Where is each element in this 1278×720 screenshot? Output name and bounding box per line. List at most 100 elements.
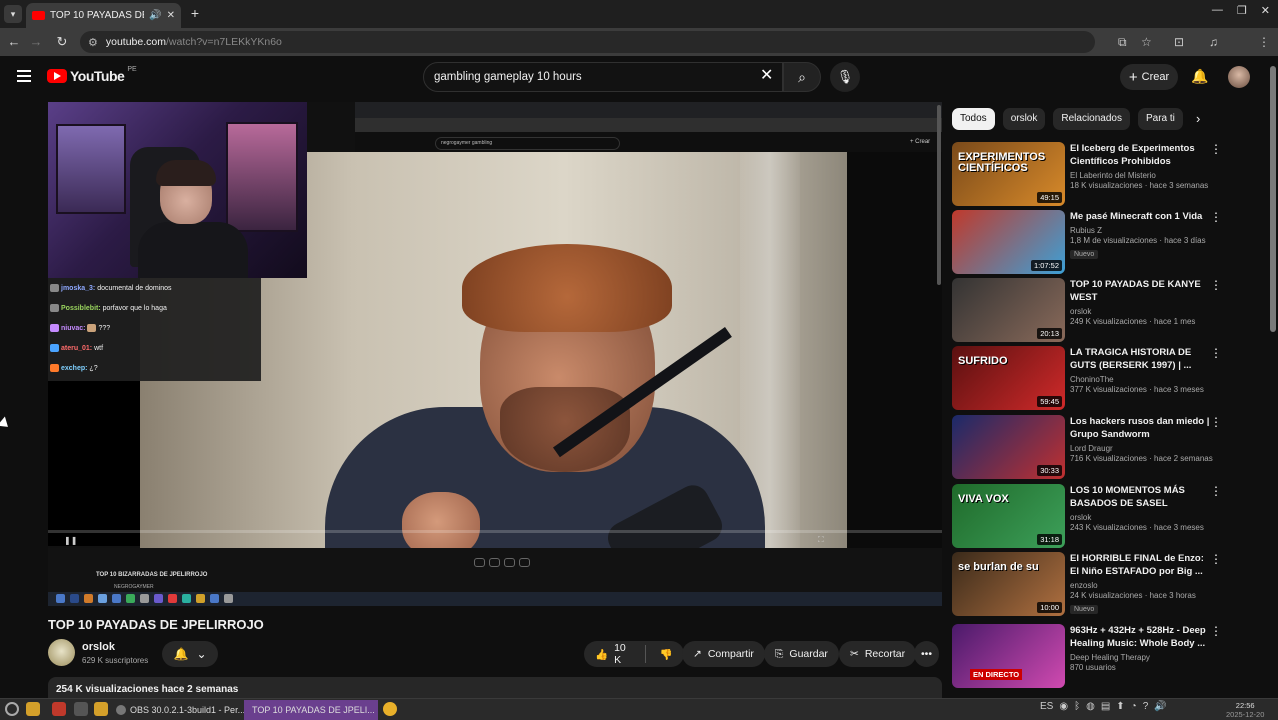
- more-options-icon[interactable]: ⋮: [1210, 552, 1222, 566]
- recommendation-card[interactable]: 1:07:52 Me pasé Minecraft con 1 Vida Rubiu…: [952, 210, 1262, 274]
- browser-tab-active[interactable]: TOP 10 PAYADAS DE JP... 🔊 ✕: [26, 3, 181, 28]
- terminal-icon[interactable]: [74, 702, 88, 716]
- more-options-icon[interactable]: ⋮: [1210, 278, 1222, 292]
- files-icon[interactable]: [26, 702, 40, 716]
- chip-channel[interactable]: orslok: [1002, 108, 1046, 130]
- channel-avatar[interactable]: [48, 639, 75, 666]
- video-thumbnail[interactable]: 20:13: [952, 278, 1065, 342]
- clip-button[interactable]: ✂ Recortar: [839, 641, 917, 667]
- recommendation-card[interactable]: EXPERIMENTOS CIENTÍFICOS 49:15 El Iceberg …: [952, 142, 1262, 206]
- video-player[interactable]: negrogaymer gambling + Crear jmoska_3: d…: [48, 102, 942, 606]
- help-icon[interactable]: ?: [1143, 701, 1149, 712]
- video-thumbnail[interactable]: EXPERIMENTOS CIENTÍFICOS 49:15: [952, 142, 1065, 206]
- recommendation-title[interactable]: El HORRIBLE FINAL de Enzo: El Niño ESTAF…: [1070, 552, 1215, 578]
- chevron-right-icon[interactable]: ›: [1196, 111, 1200, 126]
- recommendation-channel[interactable]: Lord Draugr: [1070, 444, 1215, 453]
- app-icon[interactable]: [52, 702, 66, 716]
- network-icon[interactable]: ◔: [1131, 701, 1137, 712]
- recommendation-channel[interactable]: enzoslo: [1070, 581, 1215, 590]
- recommendation-title[interactable]: TOP 10 PAYADAS DE KANYE WEST: [1070, 278, 1215, 304]
- recommendation-card[interactable]: SUFRIDO 59:45 LA TRAGICA HISTORIA DE GUTS …: [952, 346, 1262, 410]
- more-options-icon[interactable]: ⋮: [1210, 142, 1222, 156]
- video-thumbnail[interactable]: SUFRIDO 59:45: [952, 346, 1065, 410]
- recommendation-card[interactable]: EN DIRECTO 963Hz + 432Hz + 528Hz - Deep H…: [952, 624, 1262, 688]
- bookmark-star-icon[interactable]: ☆: [1141, 35, 1152, 49]
- reload-icon[interactable]: ↻: [54, 34, 70, 50]
- tab-audio-icon[interactable]: 🔊: [149, 10, 161, 21]
- obs-tray-icon[interactable]: ◍: [1086, 701, 1095, 712]
- menu-icon[interactable]: [17, 70, 31, 82]
- recommendation-card[interactable]: se burlan de su 10:00 El HORRIBLE FINAL de…: [952, 552, 1262, 616]
- folder-icon[interactable]: [94, 702, 108, 716]
- extensions-icon[interactable]: ⊡: [1174, 35, 1184, 49]
- minimize-icon[interactable]: —: [1212, 4, 1223, 17]
- more-options-icon[interactable]: ⋮: [1210, 415, 1222, 429]
- recommendation-card[interactable]: VIVA VOX 31:18 LOS 10 MOMENTOS MÁS BASADOS…: [952, 484, 1262, 548]
- like-icon[interactable]: 👍: [595, 648, 608, 661]
- recommendation-title[interactable]: Me pasé Minecraft con 1 Vida: [1070, 210, 1215, 223]
- new-tab-button[interactable]: +: [187, 5, 203, 21]
- voice-search-button[interactable]: 🎙: [830, 62, 860, 92]
- clipboard-icon[interactable]: ▤: [1101, 701, 1110, 712]
- video-thumbnail[interactable]: 30:33: [952, 415, 1065, 479]
- subscription-bell-button[interactable]: 🔔 ⌄: [162, 641, 218, 667]
- address-bar[interactable]: ⚙ youtube.com/watch?v=n7LEKkYKn6o: [80, 31, 1095, 53]
- more-options-icon[interactable]: ⋮: [1210, 484, 1222, 498]
- taskbar-obs[interactable]: OBS 30.0.2.1-3build1 - Per...: [112, 700, 249, 720]
- search-button[interactable]: ⌕: [783, 62, 821, 92]
- video-scrollbar[interactable]: [937, 105, 941, 285]
- start-menu-icon[interactable]: [5, 702, 19, 716]
- cast-icon[interactable]: ⧉: [1118, 35, 1127, 50]
- taskbar-clock[interactable]: 22:56 2025-12-20: [1226, 701, 1264, 719]
- media-controls-icon[interactable]: ♫: [1209, 35, 1218, 49]
- close-window-icon[interactable]: ✕: [1261, 4, 1270, 17]
- recommendation-title[interactable]: Los hackers rusos dan miedo | Grupo Sand…: [1070, 415, 1215, 441]
- recommendation-channel[interactable]: Rubius Z: [1070, 226, 1215, 235]
- search-input[interactable]: gambling gameplay 10 hours: [423, 62, 783, 92]
- page-scrollbar[interactable]: [1270, 66, 1276, 332]
- steam-icon[interactable]: ◉: [1059, 701, 1068, 712]
- recommendation-title[interactable]: 963Hz + 432Hz + 528Hz - Deep Healing Mus…: [1070, 624, 1215, 650]
- video-thumbnail[interactable]: VIVA VOX 31:18: [952, 484, 1065, 548]
- account-avatar[interactable]: [1228, 66, 1250, 88]
- video-thumbnail[interactable]: se burlan de su 10:00: [952, 552, 1065, 616]
- dislike-icon[interactable]: 👎: [660, 648, 673, 661]
- create-button[interactable]: + Crear: [1120, 64, 1178, 90]
- more-options-icon[interactable]: ⋮: [1210, 624, 1222, 638]
- chrome-taskbar-icon[interactable]: [383, 702, 397, 716]
- updates-icon[interactable]: ⬆: [1116, 701, 1124, 712]
- bluetooth-icon[interactable]: ᛒ: [1074, 701, 1080, 712]
- notifications-bell-icon[interactable]: 🔔: [1191, 68, 1208, 85]
- browser-menu-icon[interactable]: ⋮: [1258, 35, 1270, 49]
- maximize-icon[interactable]: ❐: [1237, 4, 1247, 17]
- recommendation-card[interactable]: 20:13 TOP 10 PAYADAS DE KANYE WEST orslok 2…: [952, 278, 1262, 342]
- recommendation-title[interactable]: El Iceberg de Experimentos Científicos P…: [1070, 142, 1215, 168]
- forward-icon[interactable]: →: [28, 34, 44, 50]
- back-icon[interactable]: ←: [6, 34, 22, 50]
- more-options-icon[interactable]: ⋮: [1210, 346, 1222, 360]
- volume-icon[interactable]: 🔊: [1154, 701, 1166, 712]
- like-count[interactable]: 10 K: [614, 642, 631, 666]
- recommendation-channel[interactable]: orslok: [1070, 307, 1215, 316]
- tab-search-icon[interactable]: ▾: [4, 5, 22, 23]
- save-button[interactable]: ⎘ Guardar: [764, 641, 839, 667]
- more-options-icon[interactable]: ⋮: [1210, 210, 1222, 224]
- tab-close-icon[interactable]: ✕: [167, 10, 175, 21]
- chip-all[interactable]: Todos: [952, 108, 995, 130]
- recommendation-channel[interactable]: ChoninoThe: [1070, 375, 1215, 384]
- video-thumbnail[interactable]: 1:07:52: [952, 210, 1065, 274]
- recommendation-title[interactable]: LA TRAGICA HISTORIA DE GUTS (BERSERK 199…: [1070, 346, 1215, 372]
- clear-search-icon[interactable]: ✕: [760, 68, 773, 84]
- recommendation-title[interactable]: LOS 10 MOMENTOS MÁS BASADOS DE SASEL: [1070, 484, 1215, 510]
- recommendation-channel[interactable]: Deep Healing Therapy: [1070, 653, 1215, 662]
- more-actions-button[interactable]: •••: [914, 641, 940, 667]
- keyboard-layout[interactable]: ES: [1040, 701, 1053, 712]
- taskbar-browser[interactable]: TOP 10 PAYADAS DE JPELI...: [244, 700, 378, 720]
- video-thumbnail[interactable]: EN DIRECTO: [952, 624, 1065, 688]
- youtube-logo[interactable]: YouTube PE: [47, 66, 137, 84]
- recommendation-channel[interactable]: orslok: [1070, 513, 1215, 522]
- chip-for-you[interactable]: Para ti: [1137, 108, 1183, 130]
- channel-name[interactable]: orslok: [82, 641, 115, 653]
- site-info-icon[interactable]: ⚙: [88, 36, 98, 49]
- recommendation-card[interactable]: 30:33 Los hackers rusos dan miedo | Grupo…: [952, 415, 1262, 479]
